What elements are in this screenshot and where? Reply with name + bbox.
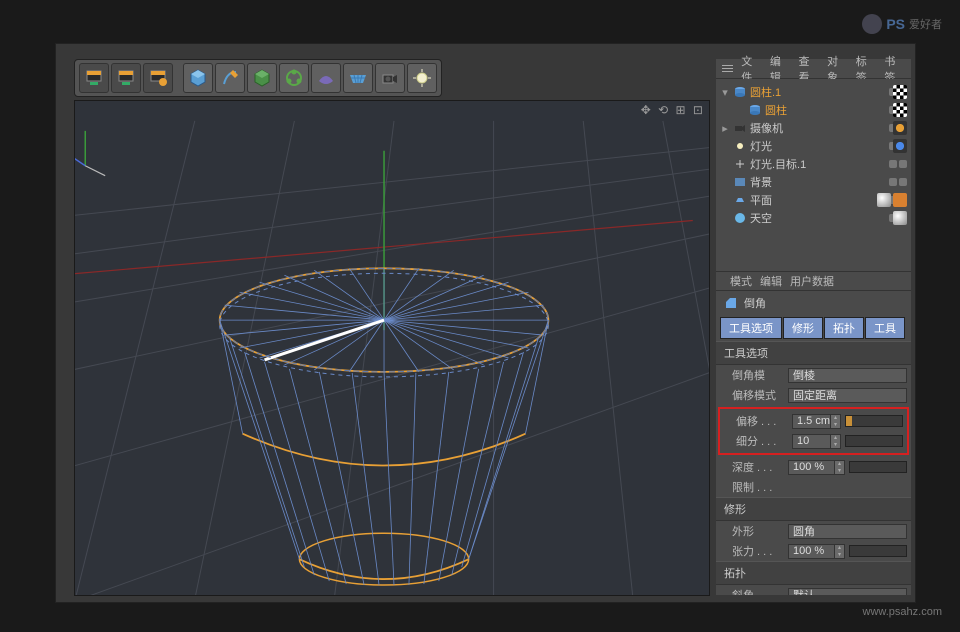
- attribute-tabs: 工具选项 修形 拓扑 工具: [716, 315, 911, 341]
- item-label: 圆柱: [765, 102, 886, 118]
- material-tag-icon[interactable]: [877, 193, 891, 207]
- section-shaping: 修形: [716, 497, 911, 521]
- prop-bevel-mode: 倒角模 倒棱: [716, 365, 911, 385]
- background-icon: [733, 175, 747, 189]
- target-tag-icon[interactable]: [893, 121, 907, 135]
- attribute-body: 工具选项 倒角模 倒棱 偏移模式 固定距离 偏移 . . . 1.5 cm▴▾ …: [716, 341, 911, 595]
- sky-icon: [733, 211, 747, 225]
- subdivision-slider[interactable]: [845, 435, 903, 447]
- camera-icon: [733, 121, 747, 135]
- watermark-url: www.psahz.com: [863, 606, 942, 618]
- cube-primitive-button[interactable]: [183, 63, 213, 93]
- main-toolbar: [74, 59, 442, 97]
- section-topology: 拓扑: [716, 561, 911, 585]
- material-tag-icon[interactable]: [893, 211, 907, 225]
- miter-field[interactable]: 默认: [788, 588, 907, 596]
- bevel-mode-field[interactable]: 倒棱: [788, 368, 907, 383]
- tree-item-camera[interactable]: ▸ 摄像机: [716, 119, 911, 137]
- environment-button[interactable]: [311, 63, 341, 93]
- item-label: 平面: [750, 192, 886, 208]
- item-label: 灯光: [750, 138, 886, 154]
- spline-pen-button[interactable]: [215, 63, 245, 93]
- light-button[interactable]: [407, 63, 437, 93]
- prop-tension: 张力 . . . 100 %▴▾: [716, 541, 911, 561]
- object-tree[interactable]: ▾ 圆柱.1 圆柱 ▸ 摄像机 灯光: [716, 79, 911, 271]
- generator-button[interactable]: [247, 63, 277, 93]
- item-label: 天空: [750, 210, 886, 226]
- record-button-2[interactable]: [111, 63, 141, 93]
- prop-shape: 外形 圆角: [716, 521, 911, 541]
- object-manager-menu: 文件 编辑 查看 对象 标签 书签: [716, 59, 911, 79]
- attribute-title: 倒角: [716, 291, 911, 315]
- tab-tool-options[interactable]: 工具选项: [720, 317, 782, 339]
- tree-item-plane[interactable]: 平面: [716, 191, 911, 209]
- prop-depth: 深度 . . . 100 %▴▾: [716, 457, 911, 477]
- prop-offset-mode: 偏移模式 固定距离: [716, 385, 911, 405]
- tree-item-cylinder[interactable]: 圆柱: [716, 101, 911, 119]
- watermark-logo: PS 爱好者: [862, 14, 942, 34]
- prop-offset: 偏移 . . . 1.5 cm▴▾: [720, 411, 907, 431]
- item-label: 摄像机: [750, 120, 886, 136]
- checker-tag-icon[interactable]: [893, 85, 907, 99]
- offset-field[interactable]: 1.5 cm▴▾: [792, 414, 841, 429]
- bevel-icon: [724, 296, 738, 310]
- menu-userdata[interactable]: 用户数据: [790, 273, 834, 289]
- menu-mode[interactable]: 模式: [730, 273, 752, 289]
- item-label: 背景: [750, 174, 886, 190]
- record-button-1[interactable]: [79, 63, 109, 93]
- prop-subdivision: 细分 . . . 10▴▾: [720, 431, 907, 451]
- tree-item-light-target[interactable]: 灯光.目标.1: [716, 155, 911, 173]
- tree-item-cylinder1[interactable]: ▾ 圆柱.1: [716, 83, 911, 101]
- section-tool-options: 工具选项: [716, 341, 911, 365]
- 3d-viewport[interactable]: ✥ ⟲ ⊞ ⊡: [74, 100, 710, 596]
- highlighted-properties: 偏移 . . . 1.5 cm▴▾ 细分 . . . 10▴▾: [718, 407, 909, 455]
- prop-limit: 限制 . . .: [716, 477, 911, 497]
- tree-item-light[interactable]: 灯光: [716, 137, 911, 155]
- subdivision-field[interactable]: 10▴▾: [792, 434, 841, 449]
- checker-tag-icon[interactable]: [893, 103, 907, 117]
- prop-miter: 斜角 . . . 默认: [716, 585, 911, 595]
- tension-field[interactable]: 100 %▴▾: [788, 544, 845, 559]
- shape-field[interactable]: 圆角: [788, 524, 907, 539]
- tension-slider[interactable]: [849, 545, 907, 557]
- tab-tool[interactable]: 工具: [865, 317, 905, 339]
- camera-button[interactable]: [375, 63, 405, 93]
- phong-tag-icon[interactable]: [893, 193, 907, 207]
- offset-mode-field[interactable]: 固定距离: [788, 388, 907, 403]
- tree-item-background[interactable]: 背景: [716, 173, 911, 191]
- offset-slider[interactable]: [845, 415, 903, 427]
- deformer-button[interactable]: [279, 63, 309, 93]
- viewport-controls[interactable]: ✥ ⟲ ⊞ ⊡: [641, 103, 705, 117]
- attribute-manager-menu: 模式 编辑 用户数据: [716, 271, 911, 291]
- item-label: 圆柱.1: [750, 84, 886, 100]
- tab-topology[interactable]: 拓扑: [824, 317, 864, 339]
- record-settings-button[interactable]: [143, 63, 173, 93]
- target-tag-icon[interactable]: [893, 139, 907, 153]
- expand-icon[interactable]: ▸: [720, 122, 730, 135]
- tab-shaping[interactable]: 修形: [783, 317, 823, 339]
- depth-slider[interactable]: [849, 461, 907, 473]
- depth-field[interactable]: 100 %▴▾: [788, 460, 845, 475]
- cylinder-icon: [748, 103, 762, 117]
- plane-icon: [733, 193, 747, 207]
- item-label: 灯光.目标.1: [750, 156, 886, 172]
- null-icon: [733, 157, 747, 171]
- viewport-scene: [75, 101, 709, 595]
- light-icon: [733, 139, 747, 153]
- floor-button[interactable]: [343, 63, 373, 93]
- expand-icon[interactable]: ▾: [720, 86, 730, 99]
- menu-edit2[interactable]: 编辑: [760, 273, 782, 289]
- cylinder-icon: [733, 85, 747, 99]
- menu-icon[interactable]: [722, 65, 733, 72]
- right-panel: 文件 编辑 查看 对象 标签 书签 ▾ 圆柱.1 圆柱 ▸ 摄像机: [716, 59, 911, 595]
- cylinder-wireframe: [220, 268, 549, 585]
- tree-item-sky[interactable]: 天空: [716, 209, 911, 227]
